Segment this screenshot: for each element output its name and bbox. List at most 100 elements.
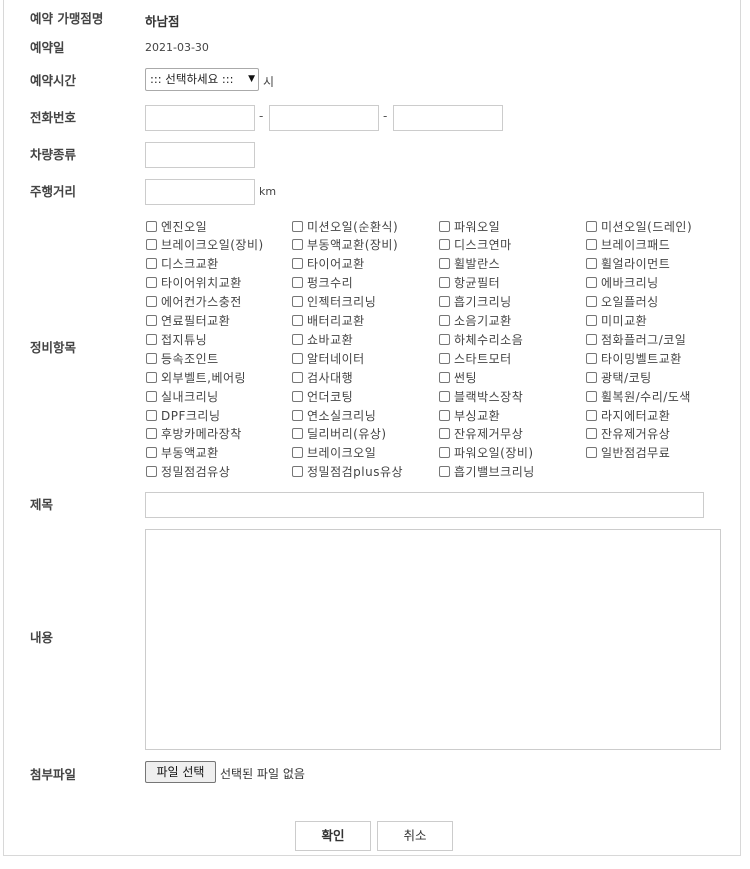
service-item-checkbox[interactable]: 실내크리닝 <box>146 387 219 405</box>
service-item-checkbox[interactable]: 접지튜닝 <box>146 330 207 348</box>
checkbox-icon[interactable] <box>292 220 303 232</box>
service-item-checkbox[interactable]: 부동액교환 <box>146 444 219 462</box>
service-item-checkbox[interactable]: 하체수리소음 <box>439 330 523 348</box>
checkbox-icon[interactable] <box>586 428 597 440</box>
service-item-checkbox[interactable]: 흡기크리닝 <box>439 293 512 311</box>
service-item-checkbox[interactable]: 스타트모터 <box>439 349 512 367</box>
checkbox-icon[interactable] <box>586 277 597 289</box>
service-item-checkbox[interactable]: 쇼바교환 <box>292 330 353 348</box>
service-item-checkbox[interactable]: 썬팅 <box>439 368 477 386</box>
checkbox-icon[interactable] <box>586 296 597 308</box>
confirm-button[interactable]: 확인 <box>295 821 371 851</box>
service-item-checkbox[interactable]: 부동액교환(장비) <box>292 236 398 254</box>
service-item-checkbox[interactable]: 잔유제거무상 <box>439 425 523 443</box>
checkbox-icon[interactable] <box>439 315 450 326</box>
checkbox-icon[interactable] <box>146 258 157 270</box>
service-item-checkbox[interactable]: 휠발란스 <box>439 255 500 273</box>
checkbox-icon[interactable] <box>146 220 157 232</box>
checkbox-icon[interactable] <box>586 352 597 364</box>
checkbox-icon[interactable] <box>439 390 450 402</box>
checkbox-icon[interactable] <box>146 239 157 251</box>
service-item-checkbox[interactable]: 타이어교환 <box>292 255 365 273</box>
service-item-checkbox[interactable]: 알터네이터 <box>292 349 365 367</box>
service-item-checkbox[interactable]: 휠복원/수리/도색 <box>586 387 691 405</box>
checkbox-icon[interactable] <box>439 239 450 251</box>
phone-part2-input[interactable] <box>269 105 379 131</box>
service-item-checkbox[interactable]: 점화플러그/코일 <box>586 330 686 348</box>
service-item-checkbox[interactable]: 에바크리닝 <box>586 274 659 292</box>
checkbox-icon[interactable] <box>146 296 157 308</box>
service-item-checkbox[interactable]: 잔유제거유상 <box>586 425 670 443</box>
service-item-checkbox[interactable]: 타이어위치교환 <box>146 274 242 292</box>
checkbox-icon[interactable] <box>292 258 303 270</box>
checkbox-icon[interactable] <box>292 239 303 251</box>
service-item-checkbox[interactable]: 연소실크리닝 <box>292 406 376 424</box>
mileage-input[interactable] <box>145 179 255 205</box>
checkbox-icon[interactable] <box>439 296 450 308</box>
service-item-checkbox[interactable]: 딜리버리(유상) <box>292 425 387 443</box>
service-item-checkbox[interactable]: 엔진오일 <box>146 217 207 235</box>
checkbox-icon[interactable] <box>292 428 303 440</box>
checkbox-icon[interactable] <box>146 352 157 364</box>
service-item-checkbox[interactable]: 연료필터교환 <box>146 312 230 330</box>
checkbox-icon[interactable] <box>439 277 450 289</box>
checkbox-icon[interactable] <box>292 315 303 326</box>
service-item-checkbox[interactable]: 등속조인트 <box>146 349 219 367</box>
service-item-checkbox[interactable]: 광택/코팅 <box>586 368 652 386</box>
checkbox-icon[interactable] <box>586 333 597 345</box>
service-item-checkbox[interactable]: 흡기밸브크리닝 <box>439 463 535 481</box>
checkbox-icon[interactable] <box>292 371 303 383</box>
service-item-checkbox[interactable]: 부싱교환 <box>439 406 500 424</box>
checkbox-icon[interactable] <box>586 239 597 251</box>
checkbox-icon[interactable] <box>146 428 157 440</box>
service-item-checkbox[interactable]: 외부벨트,베어링 <box>146 368 246 386</box>
checkbox-icon[interactable] <box>586 220 597 232</box>
checkbox-icon[interactable] <box>292 277 303 289</box>
service-item-checkbox[interactable]: 디스크연마 <box>439 236 512 254</box>
checkbox-icon[interactable] <box>439 409 450 421</box>
checkbox-icon[interactable] <box>439 428 450 440</box>
service-item-checkbox[interactable]: 배터리교환 <box>292 312 365 330</box>
file-select-button[interactable]: 파일 선택 <box>145 761 216 783</box>
service-item-checkbox[interactable]: 파워오일 <box>439 217 500 235</box>
vehicle-type-input[interactable] <box>145 142 255 168</box>
service-item-checkbox[interactable]: 미션오일(순환식) <box>292 217 398 235</box>
checkbox-icon[interactable] <box>146 390 157 402</box>
checkbox-icon[interactable] <box>292 352 303 364</box>
service-item-checkbox[interactable]: DPF크리닝 <box>146 406 221 424</box>
service-item-checkbox[interactable]: 브레이크오일 <box>292 444 376 462</box>
service-item-checkbox[interactable]: 펑크수리 <box>292 274 353 292</box>
checkbox-icon[interactable] <box>439 220 450 232</box>
checkbox-icon[interactable] <box>586 371 597 383</box>
checkbox-icon[interactable] <box>146 409 157 421</box>
service-item-checkbox[interactable]: 라지에터교환 <box>586 406 670 424</box>
checkbox-icon[interactable] <box>439 352 450 364</box>
service-item-checkbox[interactable]: 언더코팅 <box>292 387 353 405</box>
checkbox-icon[interactable] <box>439 371 450 383</box>
checkbox-icon[interactable] <box>292 390 303 402</box>
service-item-checkbox[interactable]: 에어컨가스충전 <box>146 293 242 311</box>
checkbox-icon[interactable] <box>146 466 157 478</box>
title-input[interactable] <box>145 492 704 518</box>
service-item-checkbox[interactable]: 미미교환 <box>586 312 647 330</box>
checkbox-icon[interactable] <box>292 466 303 478</box>
checkbox-icon[interactable] <box>439 333 450 345</box>
service-item-checkbox[interactable]: 소음기교환 <box>439 312 512 330</box>
checkbox-icon[interactable] <box>586 447 597 459</box>
service-item-checkbox[interactable]: 브레이크패드 <box>586 236 670 254</box>
checkbox-icon[interactable] <box>292 409 303 421</box>
service-item-checkbox[interactable]: 인젝터크리닝 <box>292 293 376 311</box>
service-item-checkbox[interactable]: 오일플러싱 <box>586 293 659 311</box>
checkbox-icon[interactable] <box>292 296 303 308</box>
phone-part1-input[interactable] <box>145 105 255 131</box>
service-item-checkbox[interactable]: 후방카메라장착 <box>146 425 242 443</box>
service-item-checkbox[interactable]: 파워오일(장비) <box>439 444 534 462</box>
service-item-checkbox[interactable]: 디스크교환 <box>146 255 219 273</box>
service-item-checkbox[interactable]: 브레이크오일(장비) <box>146 236 264 254</box>
service-item-checkbox[interactable]: 블랙박스장착 <box>439 387 523 405</box>
service-item-checkbox[interactable]: 정밀점검plus유상 <box>292 463 403 481</box>
service-item-checkbox[interactable]: 미션오일(드레인) <box>586 217 692 235</box>
checkbox-icon[interactable] <box>439 447 450 459</box>
service-item-checkbox[interactable]: 정밀점검유상 <box>146 463 230 481</box>
checkbox-icon[interactable] <box>586 258 597 270</box>
